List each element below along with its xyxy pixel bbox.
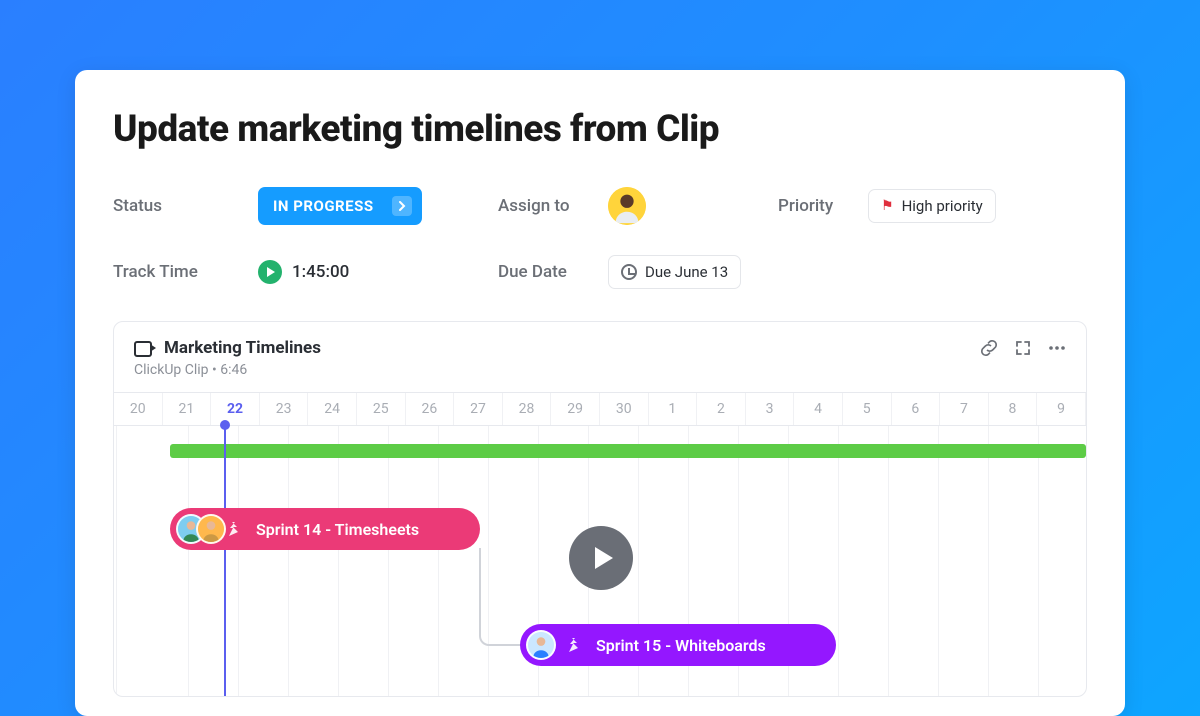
current-date-line [224, 424, 226, 696]
date-cell[interactable]: 3 [746, 393, 795, 425]
task-avatars [176, 514, 216, 544]
task-label: Sprint 15 - Whiteboards [596, 636, 766, 655]
status-label: Status [113, 196, 258, 216]
meta-row-1: Status IN PROGRESS Assign to Priority ⚑ … [75, 187, 1125, 225]
gantt-chart: 2021222324252627282930123456789 Sprint 1… [114, 392, 1086, 696]
play-button[interactable] [569, 526, 633, 590]
duedate-label: Due Date [498, 262, 608, 282]
chevron-right-icon [392, 196, 412, 216]
date-cell[interactable]: 24 [308, 393, 357, 425]
date-cell[interactable]: 27 [454, 393, 503, 425]
sprint-icon [226, 519, 246, 539]
duedate-button[interactable]: Due June 13 [608, 255, 741, 289]
track-time-value: 1:45:00 [292, 262, 349, 282]
date-cell[interactable]: 2 [697, 393, 746, 425]
clip-subtitle: ClickUp Clip • 6:46 [114, 362, 1086, 392]
date-cell[interactable]: 21 [163, 393, 212, 425]
expand-icon[interactable] [1014, 339, 1032, 357]
date-cell[interactable]: 30 [600, 393, 649, 425]
assignee-avatar[interactable] [608, 187, 646, 225]
date-cell[interactable]: 26 [406, 393, 455, 425]
clock-icon [621, 264, 637, 280]
clip-header: Marketing Timelines [114, 322, 1086, 362]
date-cell[interactable]: 25 [357, 393, 406, 425]
date-cell[interactable]: 4 [794, 393, 843, 425]
status-value: IN PROGRESS [273, 197, 374, 215]
video-icon [134, 341, 154, 355]
date-cell[interactable]: 7 [940, 393, 989, 425]
play-icon [258, 260, 282, 284]
progress-bar[interactable] [170, 444, 1086, 458]
priority-button[interactable]: ⚑ High priority [868, 189, 996, 223]
tracktime-label: Track Time [113, 262, 258, 282]
duedate-value: Due June 13 [645, 263, 728, 281]
task-sprint-14[interactable]: Sprint 14 - Timesheets [170, 508, 480, 550]
more-icon[interactable] [1048, 339, 1066, 357]
clip-title: Marketing Timelines [164, 338, 321, 358]
avatar[interactable] [526, 630, 556, 660]
date-cell[interactable]: 9 [1037, 393, 1086, 425]
flag-icon: ⚑ [881, 198, 894, 214]
track-time-button[interactable]: 1:45:00 [258, 260, 349, 284]
status-button[interactable]: IN PROGRESS [258, 187, 422, 225]
date-cell[interactable]: 8 [989, 393, 1038, 425]
page-title: Update marketing timelines from Clip [75, 108, 1125, 151]
task-label: Sprint 14 - Timesheets [256, 520, 419, 539]
sprint-icon [566, 635, 586, 655]
task-sprint-15[interactable]: Sprint 15 - Whiteboards [520, 624, 836, 666]
meta-row-2: Track Time 1:45:00 Due Date Due June 13 [75, 255, 1125, 289]
priority-value: High priority [902, 197, 983, 215]
date-cell[interactable]: 23 [260, 393, 309, 425]
link-icon[interactable] [980, 339, 998, 357]
date-cell[interactable]: 29 [551, 393, 600, 425]
date-cell[interactable]: 20 [114, 393, 163, 425]
date-cell[interactable]: 5 [843, 393, 892, 425]
date-cell[interactable]: 28 [503, 393, 552, 425]
gantt-body[interactable]: Sprint 14 - Timesheets Sprint 15 - White… [114, 426, 1086, 696]
clip-actions [980, 339, 1066, 357]
clip-panel: Marketing Timelines ClickUp Clip • 6:46 … [113, 321, 1087, 697]
priority-label: Priority [778, 196, 868, 216]
date-cell[interactable]: 1 [649, 393, 698, 425]
date-cell[interactable]: 6 [892, 393, 941, 425]
date-cell[interactable]: 22 [211, 393, 260, 425]
task-card: Update marketing timelines from Clip Sta… [75, 70, 1125, 716]
date-header: 2021222324252627282930123456789 [114, 393, 1086, 426]
avatar[interactable] [196, 514, 226, 544]
task-avatars [526, 630, 556, 660]
assign-label: Assign to [498, 196, 608, 216]
